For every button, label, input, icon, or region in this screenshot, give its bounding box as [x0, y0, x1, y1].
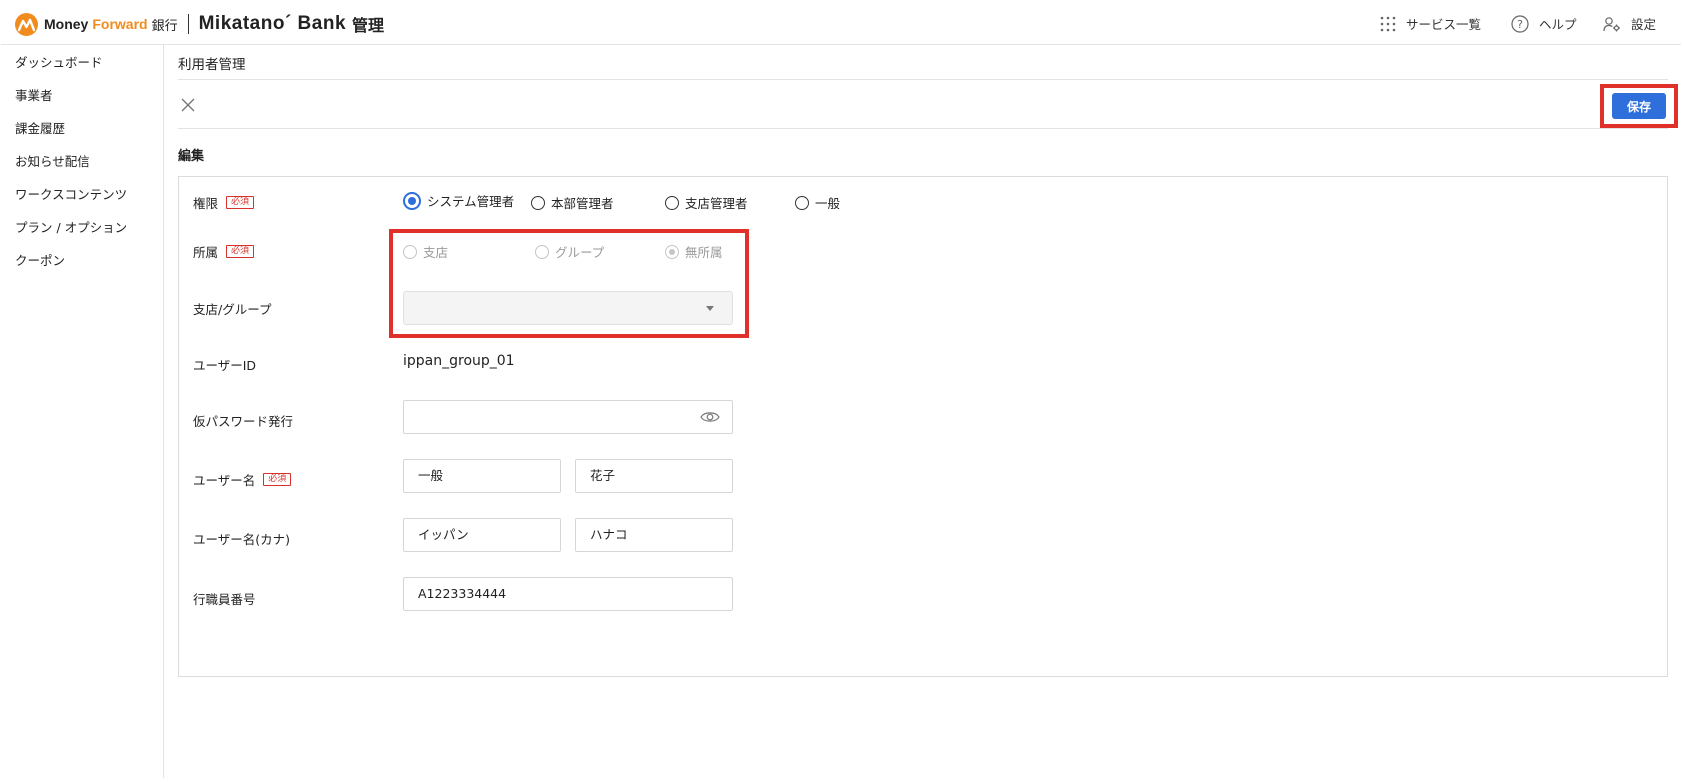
- radio-label: 無所属: [685, 245, 723, 260]
- user-name-label: ユーザー名 必須: [193, 470, 292, 489]
- logo-text-money: Money: [44, 16, 89, 32]
- radio-role-hq-admin[interactable]: 本部管理者: [531, 193, 614, 212]
- logo-text-product: Mikatano´ Bank: [198, 13, 347, 34]
- logo-text-forward: Forward: [92, 16, 148, 32]
- sidebar-item-plan-options[interactable]: プラン / オプション: [15, 217, 127, 236]
- temp-password-label: 仮パスワード発行: [193, 414, 294, 429]
- radio-role-branch-admin[interactable]: 支店管理者: [665, 193, 748, 212]
- services-label: サービス一覧: [1406, 17, 1482, 32]
- money-forward-logo-icon: [15, 12, 38, 36]
- radio-checked-icon: [403, 191, 421, 210]
- staff-number-label: 行職員番号: [193, 592, 256, 607]
- logo-divider: [187, 14, 189, 34]
- settings-label: 設定: [1631, 17, 1657, 32]
- last-name-input[interactable]: 一般: [403, 459, 561, 493]
- radio-affiliation-group[interactable]: グループ: [535, 242, 604, 261]
- role-label: 権限 必須: [193, 193, 255, 212]
- svg-text:?: ?: [1517, 18, 1523, 31]
- role-label-text: 権限: [193, 196, 219, 211]
- radio-label: 支店: [423, 245, 449, 260]
- branch-group-label: 支店/グループ: [193, 302, 272, 317]
- branch-group-select[interactable]: [403, 291, 733, 325]
- user-name-label-text: ユーザー名: [193, 473, 256, 488]
- sidebar-item-billing-history[interactable]: 課金履歴: [15, 118, 65, 137]
- affiliation-label-text: 所属: [193, 245, 219, 260]
- logo-text-ginko: 銀行: [151, 18, 178, 34]
- radio-label: 支店管理者: [685, 196, 748, 211]
- settings-menu[interactable]: 設定: [1603, 14, 1656, 33]
- radio-disabled-checked-icon: [665, 244, 679, 259]
- sidebar-item-works-contents[interactable]: ワークスコンテンツ: [15, 184, 127, 203]
- required-badge: 必須: [226, 245, 255, 258]
- radio-role-general[interactable]: 一般: [795, 193, 840, 212]
- radio-label: システム管理者: [427, 194, 515, 209]
- close-icon[interactable]: [178, 95, 198, 115]
- radio-affiliation-none[interactable]: 無所属: [665, 242, 723, 261]
- help-icon: ?: [1511, 14, 1529, 33]
- toolbar-divider: [178, 128, 1668, 129]
- sidebar-item-coupons[interactable]: クーポン: [15, 250, 65, 269]
- title-divider: [178, 79, 1668, 80]
- grid-icon: [1380, 16, 1396, 32]
- edit-form: 権限 必須 システム管理者 本部管理者 支店管理者 一般 所属 必須 支店 グル…: [178, 176, 1668, 677]
- save-button[interactable]: 保存: [1612, 93, 1666, 119]
- help-menu[interactable]: ? ヘルプ: [1511, 14, 1577, 33]
- user-id-value: ippan_group_01: [403, 353, 515, 369]
- radio-label: 本部管理者: [551, 196, 614, 211]
- required-badge: 必須: [226, 196, 255, 209]
- radio-disabled-icon: [535, 244, 549, 259]
- sidebar: ダッシュボード 事業者 課金履歴 お知らせ配信 ワークスコンテンツ プラン / …: [1, 45, 164, 778]
- user-settings-icon: [1603, 16, 1621, 32]
- last-name-kana-input[interactable]: イッパン: [403, 518, 561, 552]
- radio-role-system-admin[interactable]: システム管理者: [403, 191, 514, 210]
- affiliation-label: 所属 必須: [193, 242, 255, 261]
- first-name-kana-input[interactable]: ハナコ: [575, 518, 733, 552]
- radio-disabled-icon: [403, 244, 417, 259]
- help-label: ヘルプ: [1539, 17, 1577, 32]
- radio-unchecked-icon: [795, 195, 809, 210]
- radio-label: 一般: [815, 196, 841, 211]
- sidebar-item-dashboard[interactable]: ダッシュボード: [15, 52, 103, 71]
- eye-icon[interactable]: [700, 410, 720, 427]
- user-id-label: ユーザーID: [193, 358, 257, 373]
- app-header: Money Forward 銀行 Mikatano´ Bank 管理 サービス一…: [1, 1, 1681, 45]
- radio-affiliation-branch[interactable]: 支店: [403, 242, 448, 261]
- radio-label: グループ: [555, 245, 605, 260]
- section-title: 編集: [178, 149, 205, 164]
- caret-down-icon: [706, 306, 714, 311]
- page-title: 利用者管理: [178, 57, 246, 73]
- temp-password-input[interactable]: [403, 400, 733, 434]
- radio-unchecked-icon: [531, 195, 545, 210]
- staff-number-input[interactable]: A1223334444: [403, 577, 733, 611]
- sidebar-item-notifications[interactable]: お知らせ配信: [15, 151, 90, 170]
- logo[interactable]: Money Forward 銀行 Mikatano´ Bank 管理: [15, 12, 384, 36]
- user-name-kana-label: ユーザー名(カナ): [193, 532, 291, 547]
- required-badge: 必須: [263, 473, 292, 486]
- logo-text-kanri: 管理: [352, 16, 385, 35]
- first-name-input[interactable]: 花子: [575, 459, 733, 493]
- services-menu[interactable]: サービス一覧: [1380, 14, 1481, 33]
- sidebar-item-businesses[interactable]: 事業者: [15, 85, 53, 104]
- radio-unchecked-icon: [665, 195, 679, 210]
